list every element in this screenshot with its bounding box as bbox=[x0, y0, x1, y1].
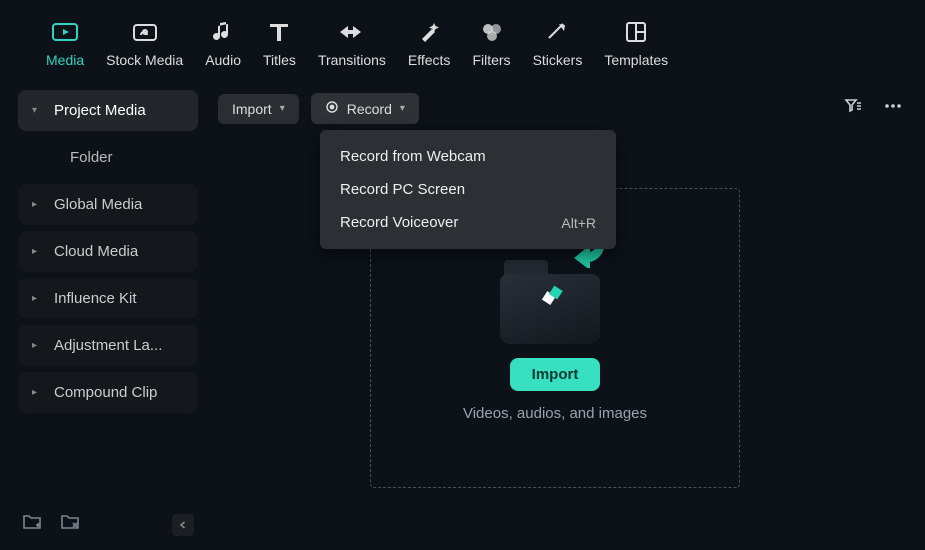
filters-icon bbox=[479, 18, 505, 46]
tab-filters-label: Filters bbox=[472, 52, 510, 68]
sidebar-item-label: Adjustment La... bbox=[54, 337, 162, 354]
sidebar-item-adjustment-layer[interactable]: ▸ Adjustment La... bbox=[18, 325, 198, 366]
delete-folder-icon[interactable] bbox=[60, 513, 80, 536]
tab-effects-label: Effects bbox=[408, 52, 451, 68]
new-folder-icon[interactable] bbox=[22, 513, 42, 536]
sidebar-item-label: Compound Clip bbox=[54, 384, 157, 401]
tab-audio-label: Audio bbox=[205, 52, 241, 68]
templates-icon bbox=[624, 18, 648, 46]
sidebar-footer bbox=[18, 505, 198, 540]
menu-item-label: Record Voiceover bbox=[340, 214, 458, 231]
tab-templates-label: Templates bbox=[604, 52, 668, 68]
sidebar-list: ▾ Project Media Folder ▸ Global Media ▸ … bbox=[18, 90, 198, 413]
tab-filters[interactable]: Filters bbox=[466, 18, 516, 68]
sidebar-item-influence-kit[interactable]: ▸ Influence Kit bbox=[18, 278, 198, 319]
tab-media[interactable]: Media bbox=[40, 18, 90, 68]
tab-effects[interactable]: Effects bbox=[402, 18, 457, 68]
cloud-icon bbox=[132, 18, 158, 46]
chevron-down-icon: ▾ bbox=[32, 105, 42, 116]
menu-item-label: Record PC Screen bbox=[340, 181, 465, 198]
import-button[interactable]: Import bbox=[510, 358, 601, 391]
menu-item-shortcut: Alt+R bbox=[561, 215, 596, 231]
import-label: Import bbox=[232, 101, 272, 117]
main-area: ▾ Project Media Folder ▸ Global Media ▸ … bbox=[0, 82, 925, 550]
sidebar-item-compound-clip[interactable]: ▸ Compound Clip bbox=[18, 372, 198, 413]
chevron-down-icon: ▾ bbox=[400, 103, 405, 114]
tab-media-label: Media bbox=[46, 52, 84, 68]
tab-transitions[interactable]: Transitions bbox=[312, 18, 392, 68]
sidebar-item-label: Global Media bbox=[54, 196, 142, 213]
sidebar-item-label: Folder bbox=[70, 149, 113, 166]
import-button-label: Import bbox=[532, 366, 579, 383]
titles-icon bbox=[267, 18, 291, 46]
chevron-right-icon: ▸ bbox=[32, 199, 42, 210]
tab-stickers[interactable]: Stickers bbox=[527, 18, 589, 68]
top-toolbar: Media Stock Media Audio Titles Transitio… bbox=[0, 0, 925, 82]
media-icon bbox=[51, 18, 79, 46]
tab-stickers-label: Stickers bbox=[533, 52, 583, 68]
sidebar-item-cloud-media[interactable]: ▸ Cloud Media bbox=[18, 231, 198, 272]
effects-icon bbox=[417, 18, 441, 46]
record-dot-icon bbox=[325, 100, 339, 117]
transitions-icon bbox=[338, 18, 366, 46]
record-dropdown-menu: Record from Webcam Record PC Screen Reco… bbox=[320, 130, 616, 249]
import-dropdown-button[interactable]: Import ▾ bbox=[218, 94, 299, 124]
chevron-right-icon: ▸ bbox=[32, 246, 42, 257]
menu-record-webcam[interactable]: Record from Webcam bbox=[320, 140, 616, 173]
dropzone-caption: Videos, audios, and images bbox=[463, 405, 647, 422]
menu-record-screen[interactable]: Record PC Screen bbox=[320, 173, 616, 206]
sidebar-subitem-folder[interactable]: Folder bbox=[18, 137, 198, 178]
sidebar-item-label: Cloud Media bbox=[54, 243, 138, 260]
tab-transitions-label: Transitions bbox=[318, 52, 386, 68]
chevron-right-icon: ▸ bbox=[32, 340, 42, 351]
stickers-icon bbox=[545, 18, 569, 46]
sidebar-collapse-button[interactable] bbox=[172, 514, 194, 536]
sidebar-item-project-media[interactable]: ▾ Project Media bbox=[18, 90, 198, 131]
tab-templates[interactable]: Templates bbox=[598, 18, 674, 68]
tab-audio[interactable]: Audio bbox=[199, 18, 247, 68]
tab-stock-media[interactable]: Stock Media bbox=[100, 18, 189, 68]
sidebar-item-label: Influence Kit bbox=[54, 290, 137, 307]
record-label: Record bbox=[347, 101, 392, 117]
chevron-down-icon: ▾ bbox=[280, 103, 285, 114]
audio-icon bbox=[212, 18, 234, 46]
content-toolbar: Import ▾ Record ▾ bbox=[210, 82, 925, 135]
record-dropdown-button[interactable]: Record ▾ bbox=[311, 93, 419, 124]
content-area: Import ▾ Record ▾ Record from Webcam bbox=[210, 82, 925, 550]
tab-titles[interactable]: Titles bbox=[257, 18, 302, 68]
chevron-right-icon: ▸ bbox=[32, 293, 42, 304]
menu-item-label: Record from Webcam bbox=[340, 148, 486, 165]
more-options-icon[interactable] bbox=[879, 92, 907, 125]
sidebar: ▾ Project Media Folder ▸ Global Media ▸ … bbox=[0, 82, 210, 550]
tab-stock-media-label: Stock Media bbox=[106, 52, 183, 68]
folder-graphic bbox=[500, 254, 610, 344]
chevron-right-icon: ▸ bbox=[32, 387, 42, 398]
sidebar-item-global-media[interactable]: ▸ Global Media bbox=[18, 184, 198, 225]
filter-sort-icon[interactable] bbox=[839, 92, 867, 125]
tab-titles-label: Titles bbox=[263, 52, 296, 68]
menu-record-voiceover[interactable]: Record Voiceover Alt+R bbox=[320, 206, 616, 239]
sidebar-item-label: Project Media bbox=[54, 102, 146, 119]
